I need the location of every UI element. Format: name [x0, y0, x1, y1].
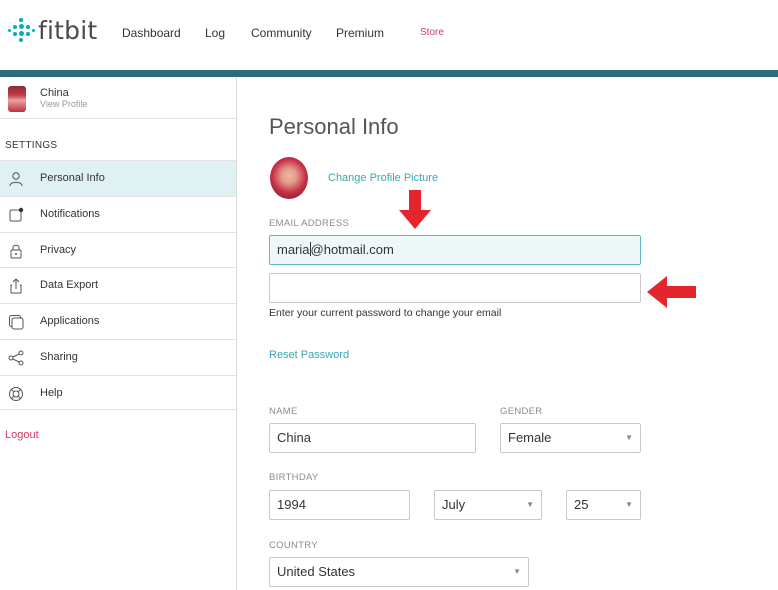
- logo-text: fitbit: [38, 16, 98, 45]
- sidebar-divider: [0, 409, 236, 410]
- name-label: NAME: [269, 406, 298, 417]
- sidebar-item-label: Privacy: [40, 244, 77, 256]
- fitbit-logo[interactable]: fitbit: [8, 16, 97, 45]
- red-arrow-down-icon: [399, 190, 431, 229]
- nav-premium[interactable]: Premium: [336, 26, 384, 40]
- birth-month-select[interactable]: July ▼: [434, 490, 542, 520]
- birth-year-field[interactable]: 1994: [269, 490, 410, 520]
- country-label: COUNTRY: [269, 540, 318, 551]
- top-header: fitbit Dashboard Log Community Premium S…: [0, 0, 778, 70]
- sidebar-item-label: Personal Info: [40, 172, 105, 184]
- gender-value: Female: [508, 430, 552, 445]
- name-field[interactable]: China: [269, 423, 476, 453]
- avatar: [8, 86, 26, 112]
- sidebar-item-label: Help: [40, 387, 63, 399]
- email-label: EMAIL ADDRESS: [269, 218, 350, 229]
- person-icon: [9, 172, 23, 187]
- header-accent-bar: [0, 70, 778, 77]
- sidebar-item-privacy[interactable]: Privacy: [0, 232, 236, 268]
- red-arrow-left-icon: [647, 276, 696, 308]
- chevron-down-icon: ▼: [625, 500, 633, 509]
- sidebar-item-label: Data Export: [40, 279, 99, 291]
- chevron-down-icon: ▼: [513, 567, 521, 576]
- current-password-field[interactable]: [269, 273, 641, 303]
- sidebar-item-label: Applications: [40, 315, 100, 327]
- gender-select[interactable]: Female ▼: [500, 423, 641, 453]
- nav-log[interactable]: Log: [205, 26, 225, 40]
- export-icon: [10, 278, 22, 294]
- logout-link[interactable]: Logout: [5, 429, 39, 441]
- settings-heading: SETTINGS: [5, 140, 58, 151]
- email-value-end: @hotmail.com: [310, 242, 394, 257]
- chevron-down-icon: ▼: [625, 433, 633, 442]
- sidebar-item-sharing[interactable]: Sharing: [0, 339, 236, 375]
- share-icon: [8, 350, 24, 366]
- birthday-label: BIRTHDAY: [269, 472, 319, 483]
- chevron-down-icon: ▼: [526, 500, 534, 509]
- email-value-start: maria: [277, 242, 310, 257]
- password-hint: Enter your current password to change yo…: [269, 307, 502, 319]
- birth-month-value: July: [442, 497, 466, 512]
- sidebar-item-applications[interactable]: Applications: [0, 303, 236, 339]
- sidebar-item-label: Sharing: [40, 351, 78, 363]
- sidebar-item-personal-info[interactable]: Personal Info: [0, 160, 236, 196]
- birth-day-value: 25: [574, 497, 589, 512]
- sidebar-item-label: Notifications: [40, 208, 100, 220]
- page-title: Personal Info: [269, 114, 399, 139]
- birth-day-select[interactable]: 25 ▼: [566, 490, 641, 520]
- change-profile-picture-link[interactable]: Change Profile Picture: [328, 172, 438, 184]
- country-select[interactable]: United States ▼: [269, 557, 529, 587]
- profile-name: China: [40, 87, 69, 99]
- sidebar-item-data-export[interactable]: Data Export: [0, 267, 236, 303]
- applications-icon: [9, 315, 24, 330]
- notification-icon: [9, 207, 24, 222]
- country-value: United States: [277, 564, 356, 579]
- sidebar-item-notifications[interactable]: Notifications: [0, 196, 236, 232]
- lock-icon: [10, 244, 22, 259]
- nav-store[interactable]: Store: [420, 27, 444, 38]
- view-profile-link[interactable]: View Profile: [40, 99, 87, 109]
- help-lifebuoy-icon: [9, 387, 23, 401]
- gender-label: GENDER: [500, 406, 543, 417]
- fitbit-dots-icon: [8, 17, 35, 44]
- sidebar-item-help[interactable]: Help: [0, 375, 236, 411]
- email-field[interactable]: maria@hotmail.com: [269, 235, 641, 265]
- profile-picture[interactable]: [270, 157, 308, 199]
- nav-community[interactable]: Community: [251, 26, 312, 40]
- settings-sidebar: China View Profile SETTINGS Personal Inf…: [0, 77, 237, 590]
- nav-dashboard[interactable]: Dashboard: [122, 26, 181, 40]
- reset-password-link[interactable]: Reset Password: [269, 349, 349, 361]
- sidebar-profile[interactable]: China View Profile: [0, 77, 236, 119]
